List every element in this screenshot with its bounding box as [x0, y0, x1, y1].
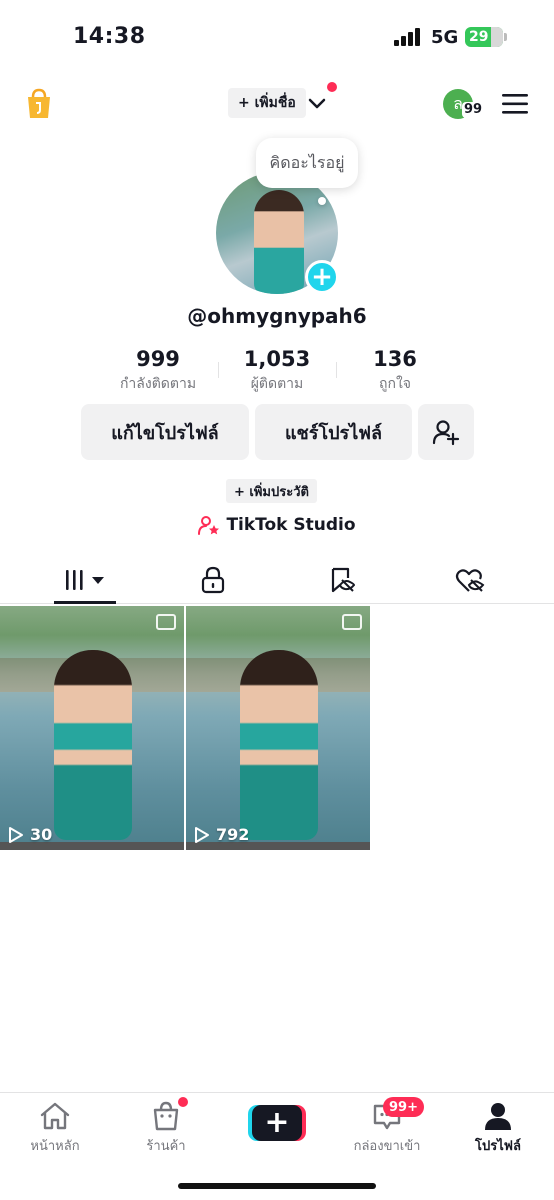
- heart-hidden-icon: [455, 569, 485, 592]
- play-count: 30: [8, 825, 52, 844]
- profile-tabs: [0, 560, 554, 604]
- photo-icon: [156, 614, 176, 630]
- following-count: 999: [136, 347, 180, 371]
- home-icon: [40, 1102, 70, 1130]
- add-friend-button[interactable]: [418, 404, 474, 460]
- play-icon: [195, 826, 209, 843]
- lock-icon: [201, 566, 225, 594]
- stat-followers[interactable]: 1,053 ผู้ติดตาม: [236, 347, 318, 395]
- nav-home-label: หน้าหลัก: [30, 1139, 80, 1154]
- followers-count: 1,053: [243, 347, 311, 371]
- inbox-badge: 99+: [383, 1097, 424, 1117]
- nav-inbox-label: กล่องขาเข้า: [353, 1139, 421, 1154]
- nav-profile[interactable]: โปรไฟล์: [453, 1101, 543, 1156]
- nav-profile-label: โปรไฟล์: [475, 1139, 521, 1154]
- active-tab-indicator: [54, 601, 116, 604]
- studio-icon: [198, 516, 220, 535]
- tab-liked[interactable]: [450, 564, 490, 596]
- play-count: 792: [194, 825, 249, 844]
- chevron-down-icon[interactable]: [306, 92, 328, 114]
- battery-icon: 29: [465, 27, 507, 47]
- share-profile-button[interactable]: แชร์โปรไฟล์: [255, 404, 412, 460]
- add-photo-button[interactable]: +: [305, 260, 339, 294]
- menu-icon[interactable]: [502, 93, 528, 115]
- play-count-value: 30: [30, 825, 53, 844]
- videos-grid-icon: [66, 570, 104, 590]
- username: @ohmygnypah6: [187, 304, 367, 328]
- home-indicator: [178, 1183, 376, 1189]
- create-button[interactable]: +: [248, 1105, 306, 1141]
- bookmark-hidden-icon: [331, 567, 356, 593]
- tab-videos[interactable]: [64, 564, 108, 596]
- status-time: 14:38: [73, 24, 146, 49]
- network-label: 5G: [431, 27, 459, 48]
- shopping-bag-icon: [153, 1101, 179, 1131]
- photo-icon: [342, 614, 362, 630]
- plus-icon: +: [252, 1105, 302, 1141]
- notification-dot: [327, 82, 337, 92]
- shop-notification-dot: [178, 1097, 188, 1107]
- nav-home[interactable]: หน้าหลัก: [10, 1101, 100, 1156]
- bubble-tail: [318, 197, 326, 205]
- video-thumbnail[interactable]: 30: [0, 606, 184, 850]
- nav-shop[interactable]: ร้านค้า: [121, 1101, 211, 1156]
- profile-icon: [485, 1103, 511, 1130]
- video-thumbnail[interactable]: 792: [186, 606, 370, 850]
- add-person-icon: [432, 420, 460, 446]
- thought-bubble[interactable]: คิดอะไรอยู่: [256, 138, 358, 188]
- battery-level: 29: [469, 29, 489, 45]
- likes-label: ถูกใจ: [379, 376, 411, 392]
- profile-avatar[interactable]: +: [216, 172, 339, 294]
- stat-likes[interactable]: 136 ถูกใจ: [360, 347, 430, 395]
- edit-profile-button[interactable]: แก้ไขโปรไฟล์: [81, 404, 249, 460]
- add-name-button[interactable]: + เพิ่มชื่อ: [228, 88, 306, 118]
- stat-following[interactable]: 999 กำลังติดตาม: [112, 347, 204, 395]
- following-label: กำลังติดตาม: [119, 376, 197, 392]
- nav-shop-label: ร้านค้า: [146, 1139, 186, 1154]
- play-icon: [9, 826, 23, 843]
- play-count-value: 792: [216, 825, 250, 844]
- stat-divider: [218, 362, 219, 378]
- signal-icon: [394, 28, 424, 46]
- likes-count: 136: [373, 347, 417, 371]
- tiktok-studio-link[interactable]: TikTok Studio: [0, 515, 554, 535]
- tiktok-shop-icon[interactable]: [26, 88, 52, 120]
- tab-private[interactable]: [193, 564, 233, 596]
- studio-label: TikTok Studio: [226, 515, 356, 535]
- add-bio-button[interactable]: + เพิ่มประวัติ: [226, 479, 317, 503]
- stat-divider: [336, 362, 337, 378]
- tab-favorites[interactable]: [322, 564, 362, 596]
- followers-label: ผู้ติดตาม: [250, 376, 304, 392]
- account-badge: 99: [462, 102, 485, 118]
- status-bar: 14:38 5G 29: [0, 0, 554, 70]
